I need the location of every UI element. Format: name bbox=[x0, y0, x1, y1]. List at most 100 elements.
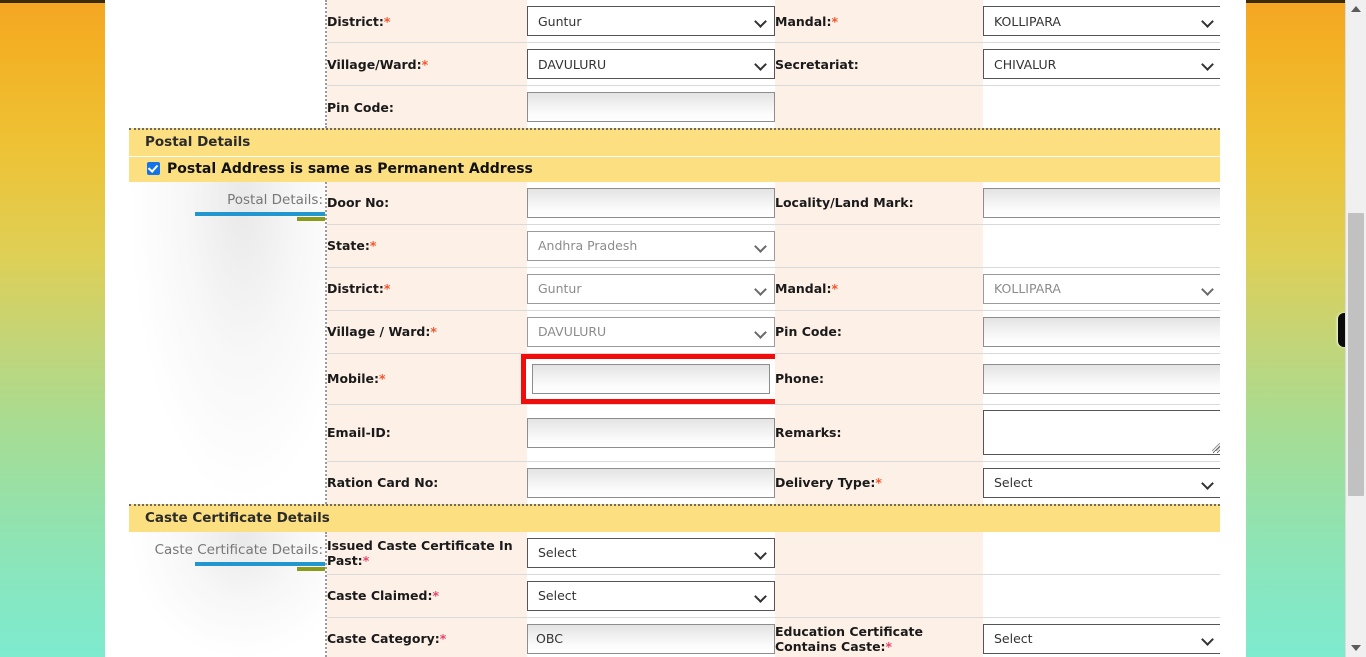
sidebar-accent-bar-blue bbox=[195, 561, 325, 566]
page-margin-right bbox=[1220, 0, 1246, 657]
required-marker: * bbox=[875, 475, 882, 491]
section-header-caste-certificate-details: Caste Certificate Details bbox=[129, 503, 1220, 532]
field-label-text: Phone: bbox=[775, 371, 825, 387]
text-input[interactable] bbox=[527, 92, 775, 122]
table-row: District:* Guntur Mandal:* KOLLIPARA bbox=[327, 0, 1220, 43]
required-marker: * bbox=[432, 588, 440, 604]
field-label: Pin Code: bbox=[775, 309, 983, 354]
select-control[interactable]: Select bbox=[983, 623, 1220, 654]
field-cell: KOLLIPARA bbox=[983, 266, 1220, 311]
select-control[interactable]: CHIVALUR bbox=[983, 49, 1220, 79]
select-wrapper: Select bbox=[983, 467, 1220, 498]
select-control[interactable]: KOLLIPARA bbox=[983, 273, 1220, 304]
sidebar-label-caste: Caste Certificate Details: bbox=[154, 541, 323, 558]
select-control[interactable]: Andhra Pradesh bbox=[527, 230, 775, 261]
text-input[interactable] bbox=[527, 417, 775, 448]
section-postal-details: Postal Details: Door No: Locality/Land Ma… bbox=[129, 181, 1220, 504]
field-label: Ration Card No: bbox=[327, 460, 527, 504]
field-label: Email-ID: bbox=[327, 403, 527, 462]
postal-details-rows: Door No: Locality/Land Mark: State:* Andhra… bbox=[327, 181, 1220, 504]
sidebar-accent-bar-olive bbox=[297, 566, 325, 571]
field-label: State:* bbox=[327, 223, 527, 268]
checkbox-postal-same-as-permanent[interactable] bbox=[147, 162, 160, 176]
field-cell: DAVULURU bbox=[527, 309, 775, 354]
text-input[interactable] bbox=[983, 363, 1220, 394]
triangle-up-icon[interactable] bbox=[1346, 0, 1366, 18]
field-label-text: Education Certificate Contains Caste: bbox=[775, 623, 923, 654]
field-label: Village / Ward:* bbox=[327, 309, 527, 354]
select-wrapper: Select bbox=[983, 623, 1220, 654]
field-label-text: Delivery Type: bbox=[775, 475, 876, 491]
text-input[interactable] bbox=[983, 316, 1220, 347]
table-row: Issued Caste Certificate In Past:* Select bbox=[327, 531, 1220, 575]
caste-details-table: Issued Caste Certificate In Past:* Select… bbox=[327, 531, 1220, 657]
required-marker: * bbox=[383, 13, 391, 29]
field-cell: DAVULURU bbox=[527, 42, 775, 86]
scrollbar-thumb[interactable] bbox=[1348, 213, 1364, 496]
field-label-text: Secretariat: bbox=[775, 56, 859, 72]
select-wrapper: Guntur bbox=[527, 6, 775, 36]
select-control[interactable]: KOLLIPARA bbox=[983, 6, 1220, 36]
section-sidebar-postal: Postal Details: bbox=[129, 181, 327, 504]
select-control[interactable]: Select bbox=[527, 580, 775, 611]
required-marker: * bbox=[362, 552, 370, 568]
empty-field-cell bbox=[983, 223, 1220, 268]
table-row: Mobile:* Phone: bbox=[327, 352, 1220, 405]
field-highlight-box bbox=[521, 353, 781, 404]
select-control[interactable]: DAVULURU bbox=[527, 316, 775, 347]
field-label-text: Door No: bbox=[327, 195, 390, 211]
required-marker: * bbox=[831, 281, 838, 297]
page-scrollbar[interactable] bbox=[1345, 0, 1366, 657]
required-marker: * bbox=[369, 238, 377, 254]
field-cell bbox=[983, 403, 1220, 462]
field-label: Locality/Land Mark: bbox=[775, 181, 983, 225]
field-label-text: State: bbox=[327, 238, 370, 254]
field-cell bbox=[527, 616, 775, 657]
text-input[interactable] bbox=[983, 187, 1220, 218]
table-row: Email-ID: Remarks: bbox=[327, 403, 1220, 462]
field-label-text: District: bbox=[327, 13, 384, 29]
field-cell bbox=[527, 460, 775, 504]
select-wrapper: KOLLIPARA bbox=[983, 6, 1220, 36]
required-marker: * bbox=[421, 56, 429, 72]
select-control[interactable]: Guntur bbox=[527, 273, 775, 304]
postal-same-as-permanent-row[interactable]: Postal Address is same as Permanent Addr… bbox=[129, 155, 1220, 182]
text-input[interactable] bbox=[527, 187, 775, 218]
table-row: Village / Ward:* DAVULURU Pin Code: bbox=[327, 309, 1220, 354]
field-cell: Guntur bbox=[527, 266, 775, 311]
text-input[interactable] bbox=[527, 467, 775, 498]
field-label: Mandal:* bbox=[775, 0, 983, 43]
caste-details-rows: Issued Caste Certificate In Past:* Select… bbox=[327, 531, 1220, 657]
field-label: Village/Ward:* bbox=[327, 42, 527, 86]
field-label-text: Pin Code: bbox=[327, 99, 394, 115]
field-label-text: Mandal: bbox=[775, 281, 832, 297]
triangle-down-icon[interactable] bbox=[1346, 639, 1366, 657]
field-label: Secretariat: bbox=[775, 42, 983, 86]
select-control[interactable]: Guntur bbox=[527, 6, 775, 36]
table-row: State:* Andhra Pradesh bbox=[327, 223, 1220, 268]
field-cell bbox=[983, 181, 1220, 225]
select-wrapper: CHIVALUR bbox=[983, 49, 1220, 79]
required-marker: * bbox=[383, 281, 391, 297]
text-input[interactable] bbox=[532, 363, 770, 394]
textarea-control[interactable] bbox=[983, 410, 1220, 456]
field-label-text: Caste Claimed: bbox=[327, 588, 433, 604]
select-control[interactable]: Select bbox=[527, 537, 775, 568]
field-label: Issued Caste Certificate In Past:* bbox=[327, 531, 527, 575]
field-label-text: Ration Card No: bbox=[327, 475, 439, 491]
field-label: Education Certificate Contains Caste:* bbox=[775, 616, 983, 657]
table-row: Village/Ward:* DAVULURU Secretariat: CHIVAL… bbox=[327, 42, 1220, 86]
select-control[interactable]: DAVULURU bbox=[527, 49, 775, 79]
field-cell bbox=[527, 85, 775, 128]
section-permanent-address: District:* Guntur Mandal:* KOLLIPARA Village… bbox=[129, 0, 1220, 128]
text-input[interactable] bbox=[527, 623, 775, 654]
page-margin-left bbox=[105, 0, 129, 657]
select-wrapper: DAVULURU bbox=[527, 49, 775, 79]
table-row: Door No: Locality/Land Mark: bbox=[327, 181, 1220, 225]
field-cell: Select bbox=[983, 616, 1220, 657]
required-marker: * bbox=[439, 631, 447, 647]
select-control[interactable]: Select bbox=[983, 467, 1220, 498]
field-label-text: Remarks: bbox=[775, 425, 842, 441]
field-label: District:* bbox=[327, 266, 527, 311]
field-label-text: Village/Ward: bbox=[327, 56, 422, 72]
